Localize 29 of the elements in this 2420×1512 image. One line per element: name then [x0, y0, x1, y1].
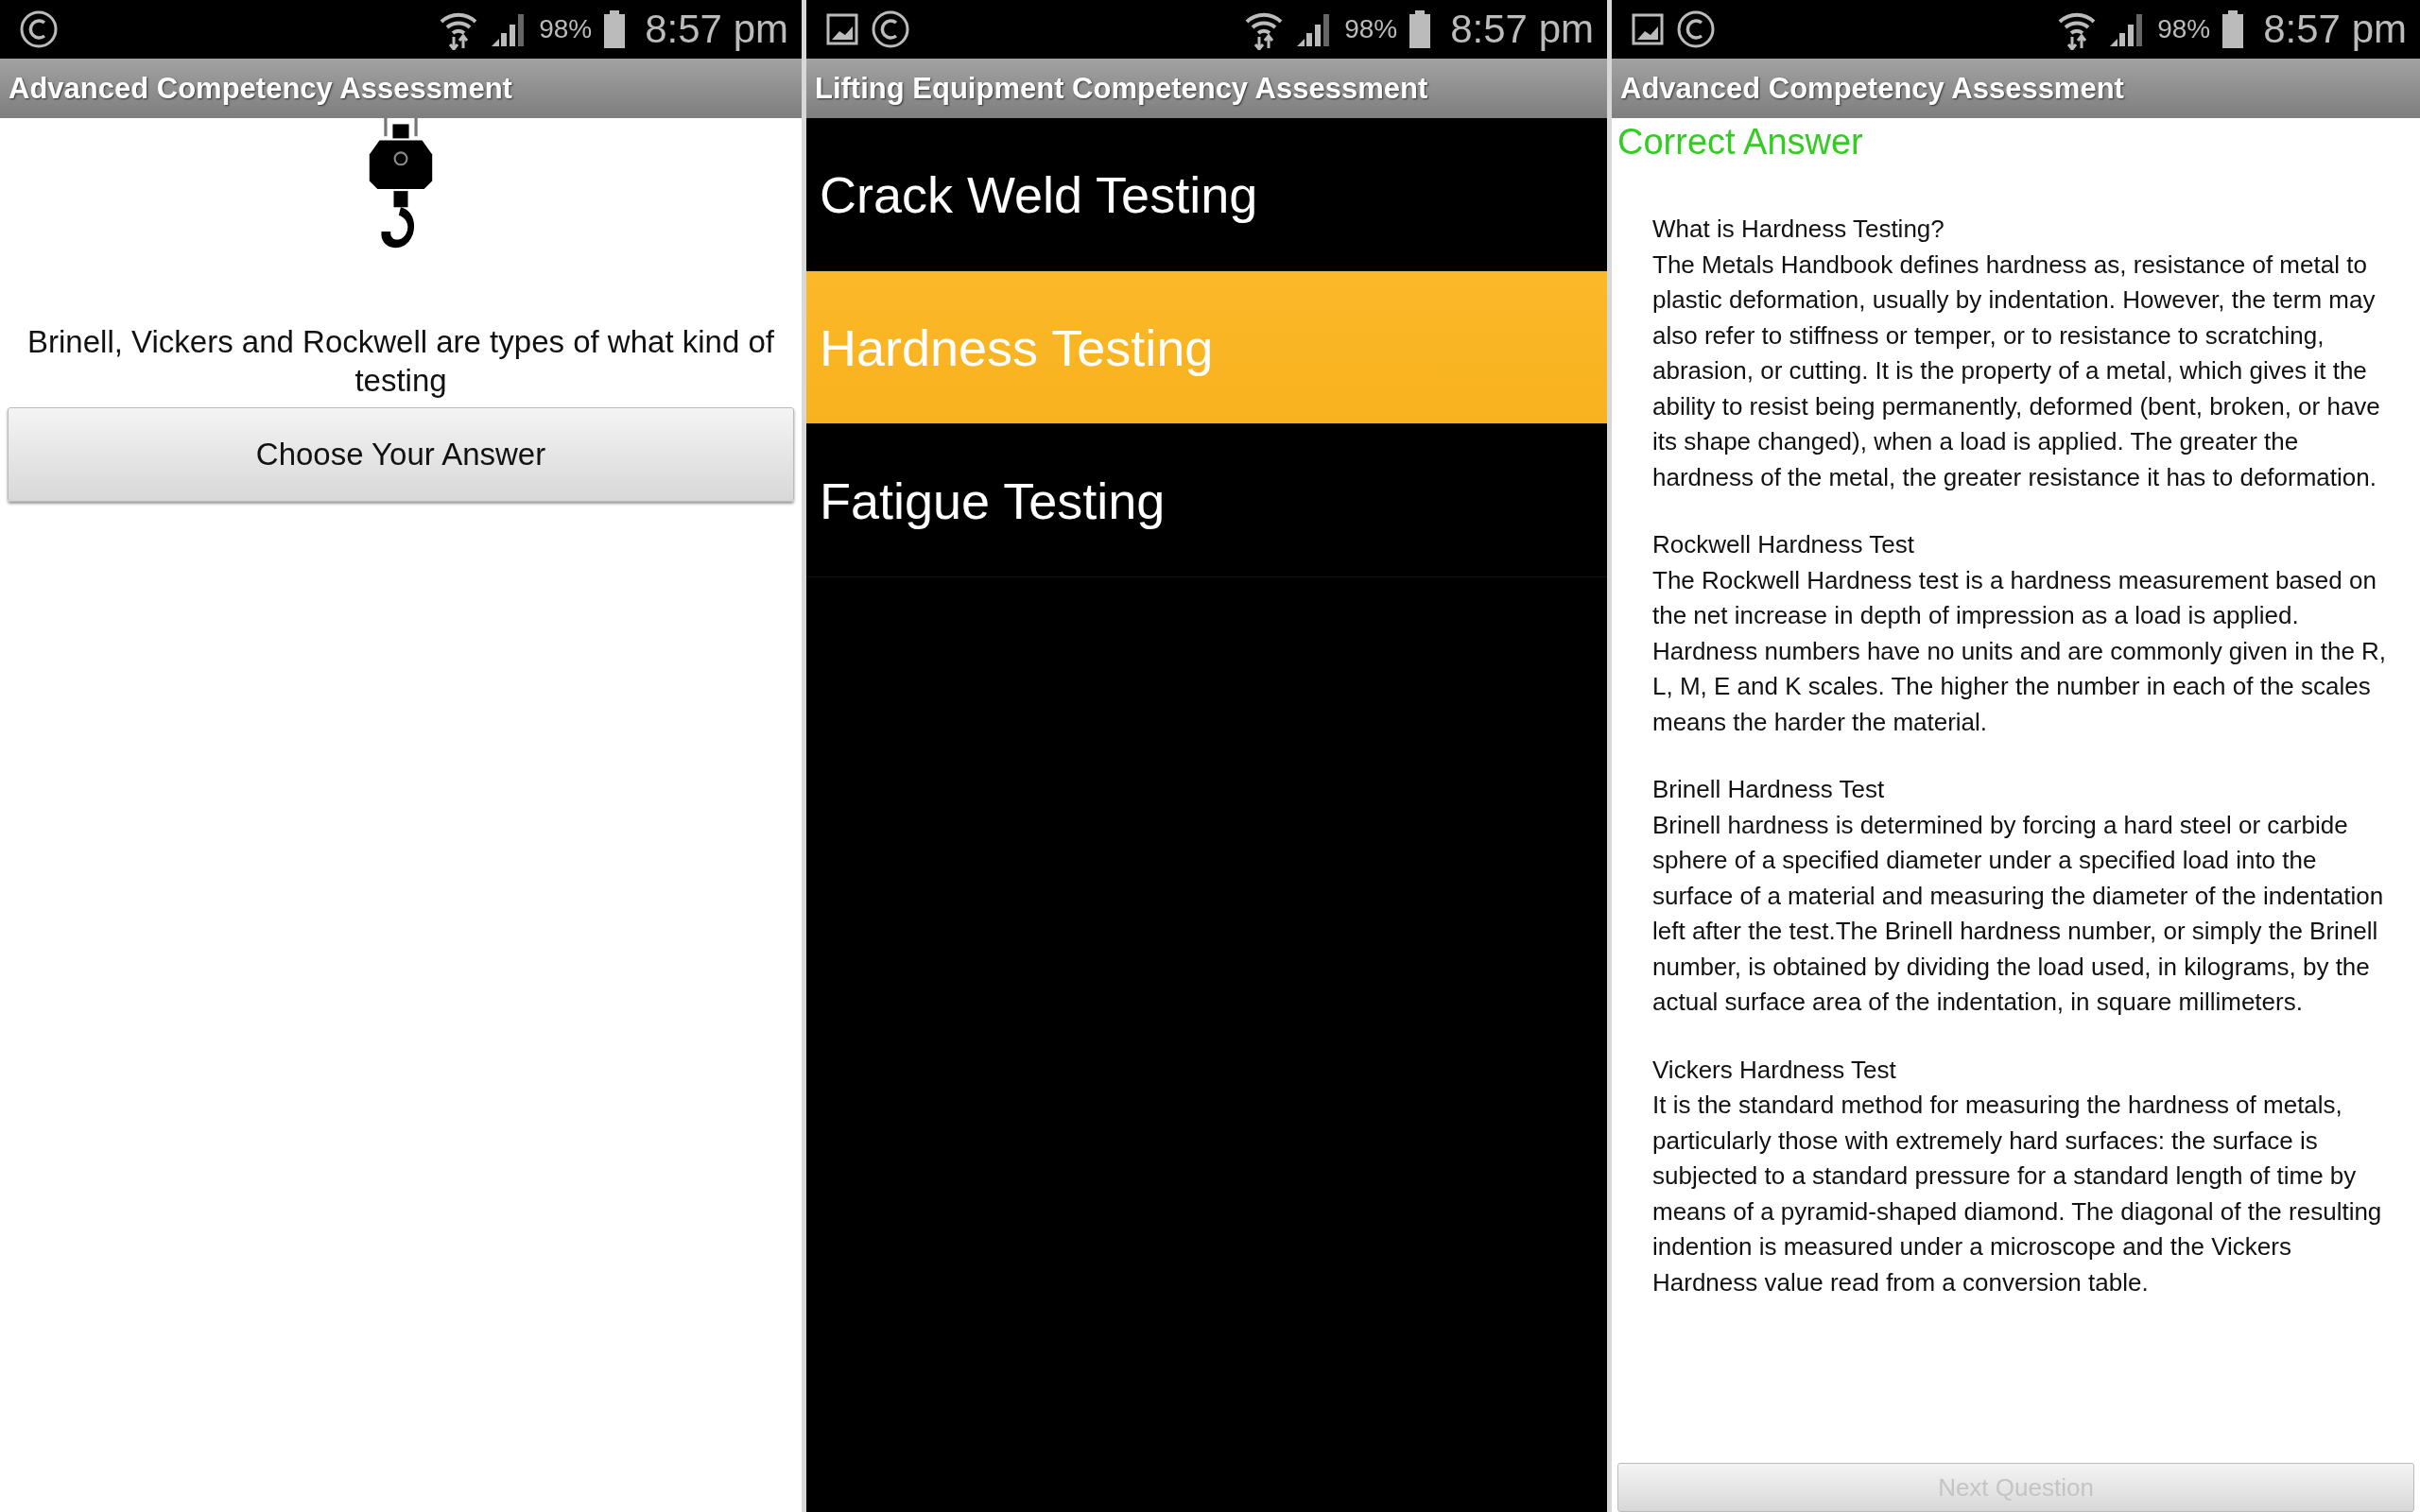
battery-icon [603, 9, 627, 49]
question-text: Brinell, Vickers and Rockwell are types of what kind of testing [26, 323, 775, 400]
copyright-icon [1676, 9, 1716, 49]
clock: 8:57 pm [645, 7, 788, 52]
app-title: Advanced Competency Assessment [9, 71, 512, 106]
answer-option[interactable]: Fatigue Testing [806, 424, 1607, 577]
app-title: Lifting Equipment Competency Assessment [815, 71, 1428, 106]
section-heading: Vickers Hardness Test [1652, 1054, 1897, 1086]
copyright-icon [19, 9, 59, 49]
section-text: The Rockwell Hardness test is a hardness measurement based on the net increase in depth of impression as a load is applied. Hardness numbers have no units and are commonly given in the R, L, M, E and K scales. The higher the number in each of the scales means the harder the material. [1652, 564, 2388, 738]
app-title: Advanced Competency Assessment [1620, 71, 2124, 106]
section-text: Brinell hardness is determined by forcing a hard steel or carbide sphere of a specified diameter under a specified load into the surface of a material and measuring the diameter of the indentation left after the test.The Brinell hardness number, or simply the Brinell number, is obtained by dividing the load used, in kilograms, by the actual surface area of the indentation, in square millimeters. [1652, 809, 2385, 1018]
copyright-icon [871, 9, 910, 49]
section-heading: Rockwell Hardness Test [1652, 529, 1915, 560]
battery-percentage: 98% [1344, 14, 1398, 44]
battery-icon [2221, 9, 2245, 49]
result-label: Correct Answer [1616, 122, 1864, 163]
battery-percentage: 98% [2157, 14, 2211, 44]
image-icon [1631, 12, 1665, 46]
battery-icon [1409, 9, 1432, 49]
section-text: It is the standard method for measuring the hardness of metals, particularly those with extremely hard surfaces: the surface is subjected to a standard pressure for a standard length of time by means of a pyramid-shaped diamond. The diagonal of the resulting indention is measured under a microscope and the Vickers Hardness value read from a conversion table. [1652, 1090, 2383, 1298]
clock: 8:57 pm [1450, 7, 1594, 52]
clock: 8:57 pm [2263, 7, 2407, 52]
section-heading: What is Hardness Testing? [1652, 214, 1945, 245]
section-text: The Metals Handbook defines hardness as, resistance of metal to plastic deformation, usually by indentation. However, the term may also refer to stiffness or temper, or to resistance to scratching, abrasion, or cutting. It is the property of a metal, which gives it the ability to resist being permanently, deformed (bent, broken, or have its shape changed), when a load is applied. The greater the hardness of the metal, the greater resistance it has to deformation. [1652, 249, 2381, 493]
section-heading: Brinell Hardness Test [1652, 774, 1886, 805]
battery-percentage: 98% [539, 14, 593, 44]
image-icon [825, 12, 859, 46]
choose-answer-button[interactable]: Choose Your Answer [8, 407, 794, 502]
